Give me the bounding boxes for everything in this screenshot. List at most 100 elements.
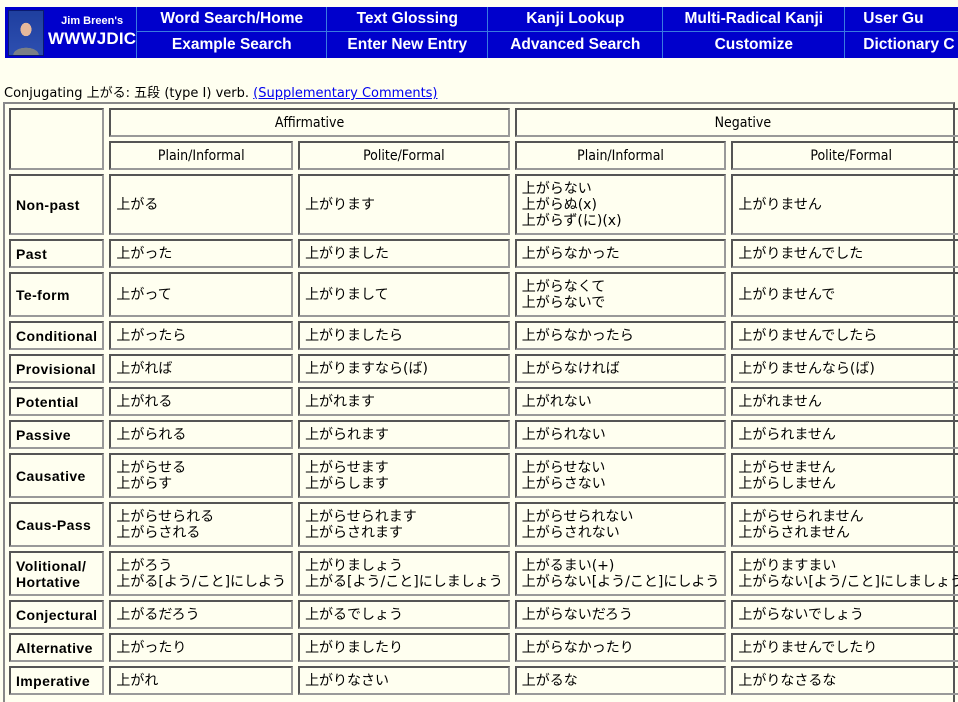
cell-affirmative-polite: 上がらせられます 上がらされます [298, 502, 510, 547]
table-row: Non-past 上がる 上がります 上がらない 上がらぬ(x) 上がらず(に)(x) 上が… [9, 174, 958, 235]
top-navigation: Jim Breen's WWWJDIC Word Search/Home Exa… [5, 7, 958, 58]
nav-customize[interactable]: Customize [663, 32, 846, 58]
subheader-negative-polite: Polite/Formal [731, 141, 958, 170]
conjugation-form: 上がりませんでしたら [738, 327, 878, 344]
row-label-line: Hortative [16, 573, 81, 590]
row-label: Alternative [9, 633, 105, 662]
conjugation-form: 上がりましたら [305, 327, 404, 344]
conjugation-form: 上がる[よう/こと]にしよう [116, 573, 287, 590]
conjugation-form: 上がれ [116, 672, 159, 689]
cell-affirmative-plain: 上がる [109, 174, 294, 235]
row-label-line: Volitional/ [16, 557, 87, 574]
conjugation-form: 上がりましょう [305, 557, 404, 574]
nav-enter-new-entry[interactable]: Enter New Entry [327, 32, 489, 58]
subheader-negative-plain: Plain/Informal [514, 141, 727, 170]
cell-negative-plain: 上がらなかったり [514, 633, 727, 662]
row-label: Potential [9, 387, 105, 416]
cell-affirmative-plain: 上がったら [109, 321, 294, 350]
cell-negative-plain: 上がられない [514, 420, 727, 449]
cell-affirmative-plain: 上がらせる 上がらす [109, 453, 294, 498]
conjugation-form: 上がるまい(+) [521, 557, 615, 574]
conjugation-table-frame: Affirmative Negative Plain/Informal Poli… [3, 102, 958, 702]
conjugation-form: 上がられます [305, 426, 390, 443]
conjugation-form: 上がらせられません [738, 508, 864, 525]
row-label: Volitional/Hortative [9, 551, 105, 596]
conjugation-form: 上がらなかったら [521, 327, 634, 344]
row-label: Conjectural [9, 600, 105, 629]
cell-affirmative-plain: 上がったり [109, 633, 294, 662]
cell-affirmative-polite: 上がるでしょう [298, 600, 510, 629]
cell-affirmative-plain: 上がった [109, 239, 294, 268]
row-label: Te-form [9, 272, 105, 317]
conjugation-form: 上がりました [305, 245, 390, 262]
cell-affirmative-plain: 上がらせられる 上がらされる [109, 502, 294, 547]
row-label: Conditional [9, 321, 105, 350]
table-row: Conditional 上がったら 上がりましたら 上がらなかったら 上がりませんでした… [9, 321, 958, 350]
conjugation-form: 上がらなくて [521, 278, 606, 295]
cell-affirmative-polite: 上がります [298, 174, 510, 235]
conjugation-form: 上がれません [738, 393, 822, 410]
supplementary-comments-link[interactable]: (Supplementary Comments) [253, 86, 437, 101]
conjugation-form: 上がらない [521, 180, 592, 197]
conjugation-form: 上がりまして [305, 286, 389, 303]
cell-affirmative-plain: 上がれば [109, 354, 294, 383]
table-row: Volitional/Hortative 上がろう 上がる[よう/こと]にしよう 上が… [9, 551, 958, 596]
table-row: Past 上がった 上がりました 上がらなかった 上がりませんでした [9, 239, 958, 268]
conjugation-form: 上がりません [738, 196, 822, 213]
conjugation-form: 上がらせます [305, 459, 389, 476]
conjugation-form: 上がりなさい [305, 672, 390, 689]
group-header-affirmative: Affirmative [109, 108, 510, 137]
conjugation-form: 上がらない[よう/こと]にしよう [521, 573, 720, 590]
brand[interactable]: Jim Breen's WWWJDIC [5, 7, 138, 58]
conjugation-form: 上がった [116, 245, 173, 262]
cell-affirmative-polite: 上がれます [298, 387, 510, 416]
nav-advanced-search[interactable]: Advanced Search [488, 32, 664, 58]
conjugation-form: 上がらす [116, 475, 173, 492]
brand-title: WWWJDIC [48, 29, 137, 48]
conjugation-form: 上がらしません [738, 475, 836, 492]
nav-text-glossing[interactable]: Text Glossing [327, 7, 489, 32]
conjugation-form: 上がるだろう [116, 606, 200, 623]
cell-negative-polite: 上がりませんでしたり [731, 633, 958, 662]
cell-negative-polite: 上がりなさるな [731, 666, 958, 695]
conjugation-form: 上がろう [116, 557, 173, 574]
conjugation-form: 上がらせられない [521, 508, 634, 525]
table-row: Alternative 上がったり 上がりましたり 上がらなかったり 上がりませんでした… [9, 633, 958, 662]
conjugation-form: 上がれます [305, 393, 376, 410]
conjugation-form: 上がらされます [305, 524, 404, 541]
conjugation-caption: Conjugating 上がる: 五段 (type I) verb. (Supp… [4, 86, 438, 102]
conjugation-form: 上がらないで [521, 294, 606, 311]
conjugation-form: 上がらせません [738, 459, 836, 476]
cell-negative-plain: 上がらせない 上がらさない [514, 453, 727, 498]
conjugation-form: 上がります [305, 196, 376, 213]
conjugation-form: 上がられる [116, 426, 187, 443]
nav-kanji-lookup[interactable]: Kanji Lookup [488, 7, 664, 32]
conjugation-form: 上がるな [521, 672, 578, 689]
cell-negative-polite: 上がらせません 上がらしません [731, 453, 958, 498]
brand-subtitle: Jim Breen's [61, 15, 124, 27]
cell-affirmative-plain: 上がれ [109, 666, 294, 695]
cell-negative-plain: 上がるまい(+) 上がらない[よう/こと]にしよう [514, 551, 727, 596]
nav-multi-radical-kanji[interactable]: Multi-Radical Kanji [663, 7, 846, 32]
conjugation-form: 上がらされません [738, 524, 850, 541]
nav-user-guide[interactable]: User Gu [845, 7, 958, 32]
cell-affirmative-polite: 上がりなさい [298, 666, 510, 695]
cell-negative-polite: 上がらないでしょう [731, 600, 958, 629]
table-row: Potential 上がれる 上がれます 上がれない 上がれません [9, 387, 958, 416]
nav-dictionary[interactable]: Dictionary C [845, 32, 958, 58]
cell-negative-plain: 上がらなかった [514, 239, 727, 268]
caption-text: Conjugating 上がる: 五段 (type I) verb. [4, 86, 254, 101]
conjugation-form: 上がったら [116, 327, 187, 344]
cell-negative-plain: 上がらないだろう [514, 600, 727, 629]
table-row: Causative 上がらせる 上がらす 上がらせます 上がらします 上がらせない 上がらさ… [9, 453, 958, 498]
corner-cell [9, 108, 105, 170]
cell-affirmative-plain: 上がるだろう [109, 600, 294, 629]
conjugation-form: 上がりますまい [738, 557, 837, 574]
conjugation-form: 上がらないでしょう [738, 606, 864, 623]
cell-negative-polite: 上がりません [731, 174, 958, 235]
table-row: Imperative 上がれ 上がりなさい 上がるな 上がりなさるな [9, 666, 958, 695]
row-label: Causative [9, 453, 105, 498]
nav-word-search-home[interactable]: Word Search/Home [137, 7, 328, 32]
cell-negative-polite: 上がりませんなら(ば) [731, 354, 958, 383]
nav-example-search[interactable]: Example Search [137, 32, 328, 58]
